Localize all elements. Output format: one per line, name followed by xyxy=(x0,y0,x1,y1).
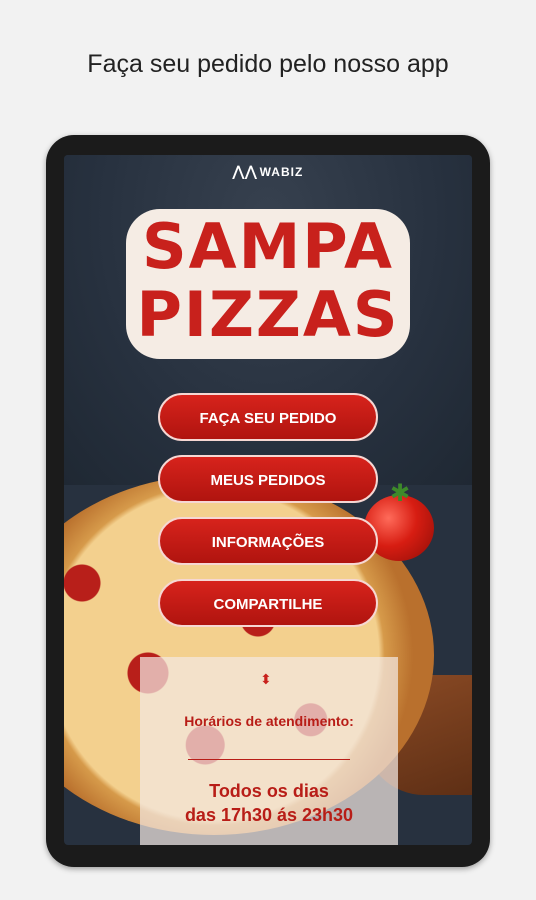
info-button[interactable]: INFORMAÇÕES xyxy=(158,517,378,565)
tomato-leaf-icon: ✱ xyxy=(389,480,411,507)
sampa-pizzas-logo: SAMPA PIZZAS xyxy=(126,209,410,359)
up-down-arrow-icon[interactable]: ⬍ xyxy=(260,671,272,688)
logo-line1: SAMPA xyxy=(141,210,395,283)
wabiz-brand: ⋀⋀ WABIZ xyxy=(64,163,472,180)
my-orders-button[interactable]: MEUS PEDIDOS xyxy=(158,455,378,503)
hours-line2: das 17h30 ás 23h30 xyxy=(184,805,354,825)
hours-divider xyxy=(188,759,350,760)
tablet-frame: ✱ ⋀⋀ WABIZ SAMPA PIZZAS FAÇA SEU PEDIDO M… xyxy=(46,135,490,867)
share-button[interactable]: COMPARTILHE xyxy=(158,579,378,627)
order-button[interactable]: FAÇA SEU PEDIDO xyxy=(158,393,378,441)
wabiz-logo-icon: ⋀⋀ xyxy=(232,163,258,179)
hours-panel: ⬍ Horários de atendimento: Todos os dias… xyxy=(140,657,398,845)
logo-line2: PIZZAS xyxy=(136,278,400,351)
hours-line1: Todos os dias xyxy=(209,781,329,801)
app-screen: ✱ ⋀⋀ WABIZ SAMPA PIZZAS FAÇA SEU PEDIDO M… xyxy=(64,155,472,845)
headline: Faça seu pedido pelo nosso app xyxy=(87,50,449,78)
wabiz-label: WABIZ xyxy=(259,165,304,179)
hours-title: Horários de atendimento: xyxy=(184,713,354,729)
